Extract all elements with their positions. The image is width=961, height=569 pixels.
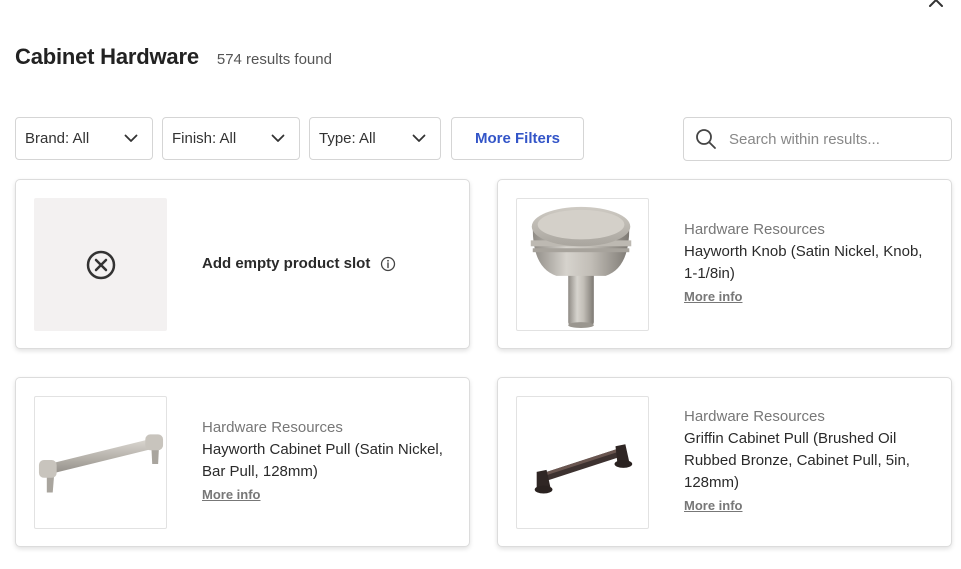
close-button[interactable] [926, 0, 946, 10]
chevron-down-icon [271, 134, 285, 142]
results-count: 574 results found [216, 51, 332, 68]
knob-image [530, 206, 632, 329]
add-empty-slot-card[interactable]: Add empty product slot [15, 179, 470, 349]
product-image-bar-pull [34, 396, 167, 529]
product-image-griffin-pull [516, 396, 649, 529]
brand-filter-dropdown[interactable]: Brand: All [15, 117, 153, 160]
type-filter-label: Type: All [319, 130, 376, 147]
product-name: Hayworth Knob (Satin Nickel, Knob, 1-1/8… [684, 243, 923, 282]
more-info-link[interactable]: More info [684, 498, 743, 513]
product-image-knob [516, 198, 649, 331]
more-filters-button[interactable]: More Filters [451, 117, 584, 160]
product-brand: Hardware Resources [684, 221, 825, 238]
page-header: Cabinet Hardware 574 results found [15, 44, 332, 70]
page-title: Cabinet Hardware [15, 44, 199, 69]
filter-bar: Brand: All Finish: All Type: All More Fi… [15, 117, 584, 160]
product-brand: Hardware Resources [202, 419, 343, 436]
finish-filter-dropdown[interactable]: Finish: All [162, 117, 300, 160]
product-card[interactable]: Hardware Resources Hayworth Knob (Satin … [497, 179, 952, 349]
empty-slot-label: Add empty product slot [202, 255, 371, 272]
product-card[interactable]: Hardware Resources Griffin Cabinet Pull … [497, 377, 952, 547]
product-info: Hardware Resources Griffin Cabinet Pull … [684, 406, 934, 515]
product-info: Hardware Resources Hayworth Knob (Satin … [684, 219, 934, 306]
product-info: Hardware Resources Hayworth Cabinet Pull… [202, 417, 452, 504]
search-icon [696, 129, 716, 149]
more-info-link[interactable]: More info [202, 487, 261, 502]
search-box [683, 117, 952, 161]
circle-x-icon [86, 250, 115, 279]
product-brand: Hardware Resources [684, 408, 825, 425]
close-icon [929, 0, 943, 7]
type-filter-dropdown[interactable]: Type: All [309, 117, 441, 160]
product-name: Hayworth Cabinet Pull (Satin Nickel, Bar… [202, 441, 443, 480]
brand-filter-label: Brand: All [25, 130, 90, 147]
more-info-link[interactable]: More info [684, 289, 743, 304]
empty-slot-thumbnail [34, 198, 167, 331]
griffin-pull-image [534, 444, 633, 494]
info-icon[interactable] [380, 256, 396, 272]
chevron-down-icon [124, 134, 138, 142]
search-input[interactable] [729, 130, 939, 148]
chevron-down-icon [412, 134, 426, 142]
finish-filter-label: Finish: All [172, 130, 237, 147]
product-picker-panel: Cabinet Hardware 574 results found Brand… [0, 0, 961, 569]
bar-pull-image [38, 434, 164, 493]
product-card[interactable]: Hardware Resources Hayworth Cabinet Pull… [15, 377, 470, 547]
empty-slot-label-row: Add empty product slot [202, 255, 396, 272]
product-name: Griffin Cabinet Pull (Brushed Oil Rubbed… [684, 430, 910, 491]
